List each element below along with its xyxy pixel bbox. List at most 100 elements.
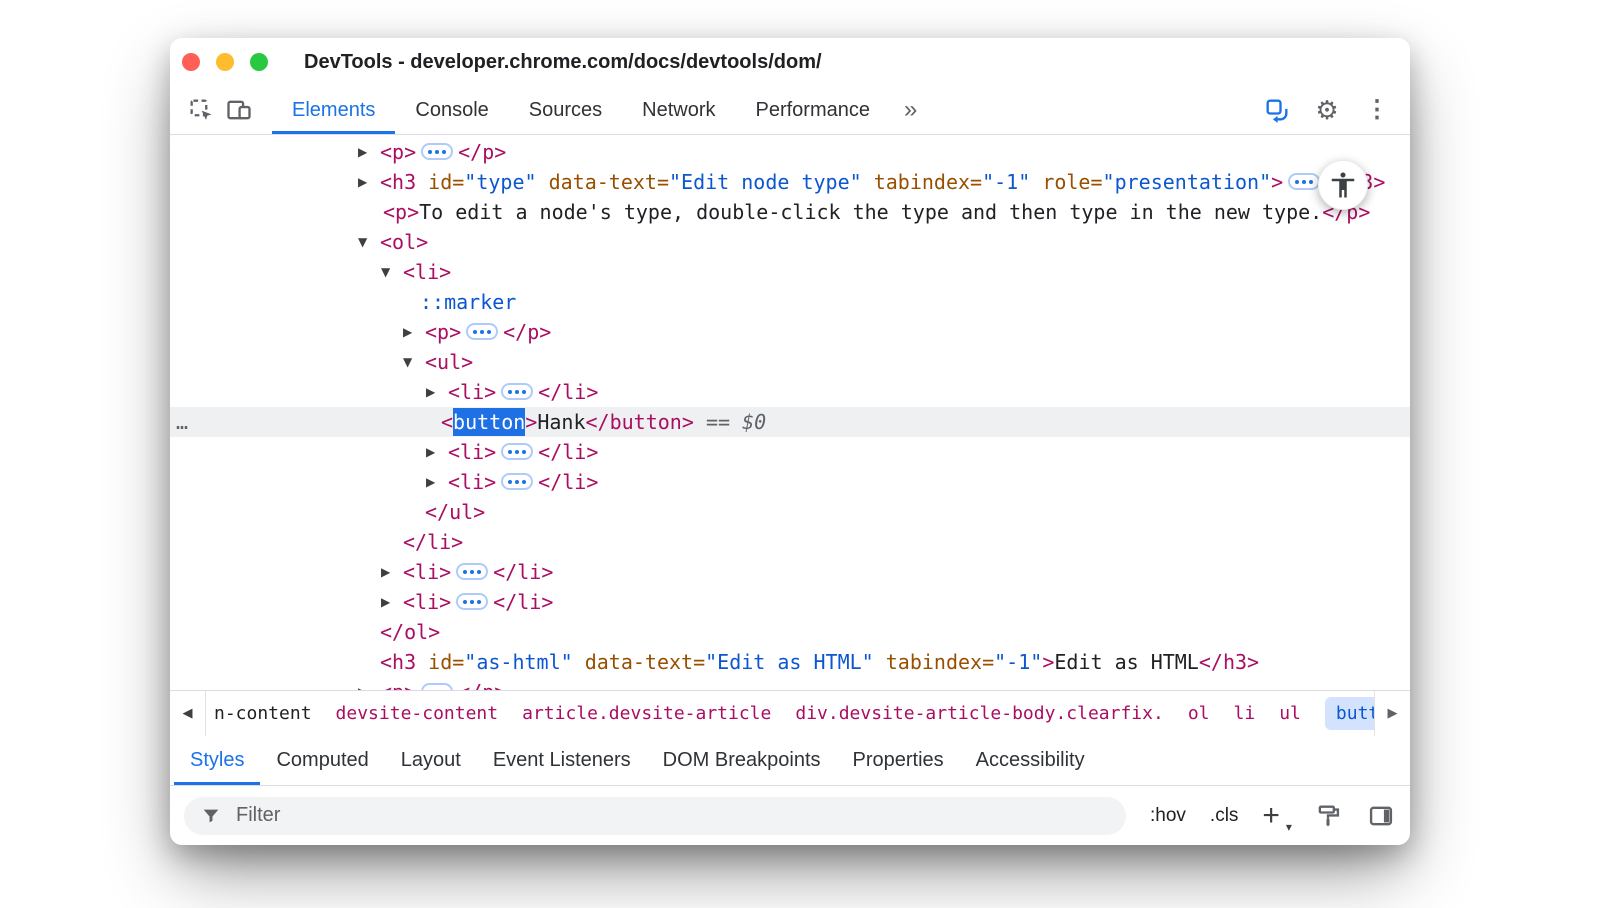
breadcrumb-item-devsite-content[interactable]: devsite-content: [336, 703, 499, 724]
ellipsis-dot: [442, 150, 446, 154]
expand-children-ellipsis-button[interactable]: [501, 383, 533, 400]
code-token-tag: </p>: [458, 140, 506, 164]
ellipsis-dot: [463, 600, 467, 604]
panel-tabs: ElementsConsoleSourcesNetworkPerformance: [272, 86, 890, 134]
dom-tree-row[interactable]: ▶<li></li>: [170, 587, 1410, 617]
expand-children-ellipsis-button[interactable]: [501, 473, 533, 490]
sidebar-tab-layout[interactable]: Layout: [385, 736, 477, 785]
sidebar-tab-computed[interactable]: Computed: [260, 736, 384, 785]
expand-arrow-icon[interactable]: ▶: [358, 137, 367, 167]
dom-tree-row[interactable]: <h3 id="as-html" data-text="Edit as HTML…: [170, 647, 1410, 677]
code-token-val: "-1": [982, 170, 1030, 194]
tab-elements[interactable]: Elements: [272, 86, 395, 134]
new-style-rule-button[interactable]: +▾: [1262, 801, 1290, 831]
code-token-eq: ==: [706, 410, 730, 434]
breadcrumb-item-li[interactable]: li: [1234, 703, 1256, 724]
sidebar-tab-event-listeners[interactable]: Event Listeners: [477, 736, 647, 785]
dom-tree-row[interactable]: </ul>: [170, 497, 1410, 527]
dom-tree-row[interactable]: ▶<li></li>: [170, 557, 1410, 587]
refresh-device-icon[interactable]: [1258, 92, 1296, 128]
paint-roller-icon[interactable]: [1314, 798, 1343, 834]
tab-console[interactable]: Console: [395, 86, 508, 134]
breadcrumb-scroll-right-button[interactable]: ▶: [1374, 691, 1410, 736]
breadcrumb-item-button[interactable]: button: [1325, 697, 1374, 730]
dom-tree-row[interactable]: ▶<p></p>: [170, 317, 1410, 347]
dom-tree-row[interactable]: <p>To edit a node's type, double-click t…: [170, 197, 1410, 227]
ellipsis-dot: [428, 150, 432, 154]
more-tabs-button[interactable]: »: [890, 86, 931, 134]
expand-children-ellipsis-button[interactable]: [421, 143, 453, 160]
dom-tree-row[interactable]: ::marker: [170, 287, 1410, 317]
tab-performance[interactable]: Performance: [736, 86, 891, 134]
expand-children-ellipsis-button[interactable]: [456, 563, 488, 580]
expand-children-ellipsis-button[interactable]: [466, 323, 498, 340]
ellipsis-dot: [477, 600, 481, 604]
plus-icon: +: [1262, 799, 1280, 832]
breadcrumb-item-ul[interactable]: ul: [1279, 703, 1301, 724]
expand-arrow-icon[interactable]: ▶: [358, 677, 367, 690]
tab-network[interactable]: Network: [622, 86, 735, 134]
dom-tree-row[interactable]: </ol>: [170, 617, 1410, 647]
dom-tree-row[interactable]: ▶<p></p>: [170, 137, 1410, 167]
expand-arrow-icon[interactable]: ▶: [426, 437, 435, 467]
expand-arrow-icon[interactable]: ▶: [426, 467, 435, 497]
toggle-sidebar-icon[interactable]: [1367, 798, 1396, 834]
sidebar-tab-properties[interactable]: Properties: [837, 736, 960, 785]
breadcrumb-item-div-devsite-article-body-clearfix-[interactable]: div.devsite-article-body.clearfix.: [795, 703, 1163, 724]
ellipsis-dot: [508, 450, 512, 454]
minimize-button[interactable]: [216, 53, 234, 71]
collapse-arrow-icon[interactable]: ▼: [403, 347, 412, 377]
dom-tree-row[interactable]: ▶<h3 id="type" data-text="Edit node type…: [170, 167, 1410, 197]
expand-children-ellipsis-button[interactable]: [1288, 173, 1320, 190]
code-token-val: "-1": [994, 650, 1042, 674]
toggle-element-state-button[interactable]: :hov: [1150, 805, 1186, 827]
inspect-element-icon[interactable]: [182, 92, 220, 128]
tab-sources[interactable]: Sources: [509, 86, 622, 134]
dom-tree-row[interactable]: </li>: [170, 527, 1410, 557]
breadcrumb-item-article-devsite-article[interactable]: article.devsite-article: [522, 703, 771, 724]
code-token-sel: button: [453, 408, 525, 436]
expand-arrow-icon[interactable]: ▶: [381, 557, 390, 587]
breadcrumb-scroll-left-button[interactable]: ◀: [170, 691, 206, 736]
ellipsis-dot: [522, 450, 526, 454]
ellipsis-dot: [435, 150, 439, 154]
dom-tree-row[interactable]: …<button>Hank</button> == $0: [170, 407, 1410, 437]
dom-tree-row[interactable]: ▶<li></li>: [170, 467, 1410, 497]
breadcrumb-item-ol[interactable]: ol: [1188, 703, 1210, 724]
more-options-icon[interactable]: ⋮: [1358, 92, 1396, 128]
expand-arrow-icon[interactable]: ▶: [358, 167, 367, 197]
expand-arrow-icon[interactable]: ▶: [426, 377, 435, 407]
expand-children-ellipsis-button[interactable]: [421, 683, 453, 690]
sidebar-tab-dom-breakpoints[interactable]: DOM Breakpoints: [647, 736, 837, 785]
code-token-dollar: $0: [742, 410, 766, 434]
code-token-val: "as-html": [464, 650, 572, 674]
zoom-button[interactable]: [250, 53, 268, 71]
dom-tree[interactable]: ▶<p></p>▶<h3 id="type" data-text="Edit n…: [170, 135, 1410, 690]
breadcrumb-item-n-content[interactable]: n-content: [214, 703, 312, 724]
settings-gear-icon[interactable]: ⚙: [1308, 92, 1346, 128]
code-token-attr: id=: [428, 170, 464, 194]
ellipsis-dot: [463, 570, 467, 574]
styles-filter-field[interactable]: [184, 797, 1126, 835]
expand-arrow-icon[interactable]: ▶: [403, 317, 412, 347]
device-toolbar-icon[interactable]: [220, 92, 258, 128]
dom-tree-row[interactable]: ▼<ul>: [170, 347, 1410, 377]
collapse-arrow-icon[interactable]: ▼: [358, 227, 367, 257]
dom-tree-row[interactable]: ▼<li>: [170, 257, 1410, 287]
code-token-plain: [1030, 170, 1042, 194]
row-options-ellipsis[interactable]: …: [176, 407, 189, 437]
expand-arrow-icon[interactable]: ▶: [381, 587, 390, 617]
dom-tree-row[interactable]: ▶<p></p>: [170, 677, 1410, 690]
code-token-tag: <ol>: [380, 230, 428, 254]
sidebar-tab-styles[interactable]: Styles: [174, 736, 260, 785]
dom-tree-row[interactable]: ▼ <ol>: [170, 227, 1410, 257]
collapse-arrow-icon[interactable]: ▼: [381, 257, 390, 287]
expand-children-ellipsis-button[interactable]: [501, 443, 533, 460]
element-classes-button[interactable]: .cls: [1210, 805, 1239, 827]
sidebar-tab-accessibility[interactable]: Accessibility: [960, 736, 1101, 785]
styles-filter-input[interactable]: [236, 804, 1110, 827]
dom-tree-row[interactable]: ▶<li></li>: [170, 377, 1410, 407]
dom-tree-row[interactable]: ▶<li></li>: [170, 437, 1410, 467]
expand-children-ellipsis-button[interactable]: [456, 593, 488, 610]
close-button[interactable]: [182, 53, 200, 71]
